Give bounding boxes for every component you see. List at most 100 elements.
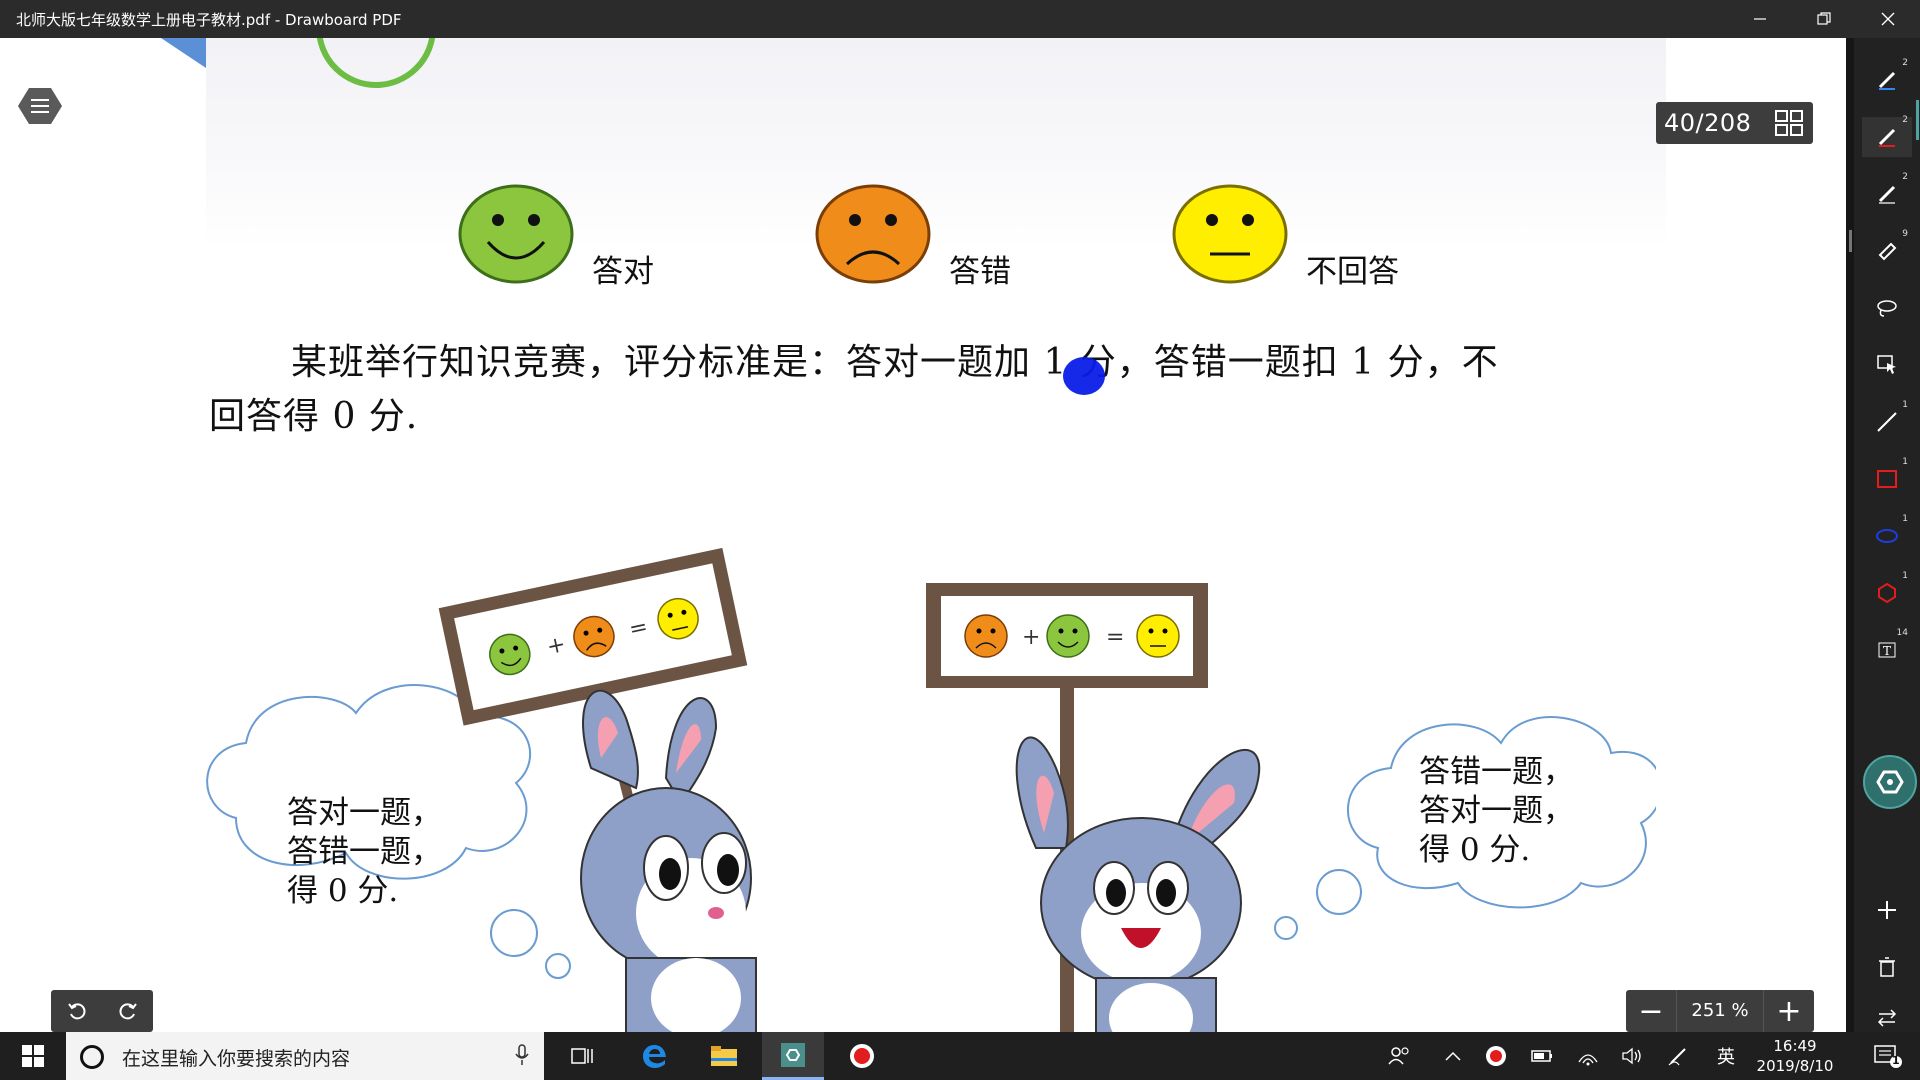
file-explorer-button[interactable] (693, 1032, 755, 1080)
edge-icon (643, 1045, 666, 1068)
left-bunny (580, 689, 757, 1032)
pen-tool-red[interactable]: 2 (1862, 115, 1912, 157)
polygon-icon (1878, 582, 1896, 604)
pen-tool-gray[interactable]: 2 (1862, 172, 1912, 214)
trash-icon (1879, 957, 1895, 977)
select-tool[interactable] (1862, 345, 1912, 385)
polygon-tool[interactable]: 1 (1862, 571, 1912, 613)
pen-workspace-button[interactable] (1660, 1032, 1696, 1080)
thumbnail-grid-icon[interactable] (1775, 110, 1803, 136)
undo-icon (67, 1003, 85, 1020)
recorder-taskbar-button[interactable] (831, 1032, 893, 1080)
people-button[interactable] (1380, 1032, 1418, 1080)
scrollbar-thumb[interactable] (1849, 230, 1852, 252)
close-button[interactable] (1856, 0, 1920, 38)
document-viewport[interactable]: 答对 答错 不回答 某班举行知识竞赛，评分标准是：答对一题加 1 分，答错一题扣… (6, 38, 1846, 1032)
redo-button[interactable] (102, 990, 153, 1032)
problem-line-1: 某班举行知识竞赛，评分标准是：答对一题加 1 分，答错一题扣 1 分，不 (291, 342, 1499, 383)
lasso-tool[interactable] (1862, 288, 1912, 328)
delete-button[interactable] (1862, 947, 1912, 987)
hamburger-icon (18, 88, 62, 124)
drawboard-logo-button[interactable] (1862, 754, 1918, 810)
minimize-icon (1754, 18, 1766, 20)
network-indicator[interactable] (1570, 1032, 1606, 1080)
swap-sides-button[interactable] (1862, 1004, 1912, 1032)
ellipse-tool[interactable]: 1 (1862, 514, 1912, 556)
annotation-toolbar: 2 2 2 9 1 1 1 1 T 14 (1846, 38, 1920, 1032)
page-top-region (206, 38, 1666, 248)
start-button[interactable] (0, 1032, 66, 1080)
menu-button[interactable] (18, 86, 62, 126)
restore-button[interactable] (1792, 0, 1856, 38)
highlighter-tool[interactable]: 9 (1862, 229, 1912, 271)
problem-statement: 某班举行知识竞赛，评分标准是：答对一题加 1 分，答错一题扣 1 分，不 回答得… (209, 336, 1654, 444)
clock-time: 16:49 (1773, 1037, 1817, 1055)
active-tool-indicator (1916, 100, 1919, 140)
drawboard-app-icon (781, 1042, 805, 1067)
line-tool[interactable]: 1 (1862, 400, 1912, 442)
recording-tray-icon[interactable] (1478, 1032, 1514, 1080)
windows-logo-icon (22, 1045, 44, 1067)
minimize-button[interactable] (1728, 0, 1792, 38)
plus-icon (1878, 901, 1896, 919)
microphone-icon[interactable] (514, 1044, 530, 1066)
ime-indicator[interactable]: 英 (1708, 1032, 1744, 1080)
undo-button[interactable] (51, 990, 102, 1032)
pen-workspace-icon (1668, 1048, 1686, 1066)
zoom-level[interactable]: 251 % (1676, 990, 1764, 1032)
drawboard-taskbar-button[interactable] (762, 1032, 824, 1080)
wifi-icon (1578, 1054, 1598, 1066)
task-view-button[interactable] (552, 1032, 614, 1080)
undo-redo-group (51, 990, 153, 1032)
face-no-answer-label: 不回答 (1306, 254, 1399, 290)
people-icon (1388, 1047, 1409, 1065)
right-sign-equals: = (1106, 625, 1124, 650)
notification-count: 1 (1892, 1054, 1900, 1067)
clock[interactable]: 16:49 2019/8/10 (1740, 1036, 1850, 1076)
title-bar: 北师大版七年级数学上册电子教材.pdf - Drawboard PDF (0, 0, 1920, 38)
taskbar-search-box[interactable]: 在这里输入你要搜索的内容 (66, 1032, 544, 1080)
page-corner-decoration (161, 38, 206, 68)
zoom-in-button[interactable]: + (1764, 990, 1814, 1032)
page-counter[interactable]: 40/208 (1656, 102, 1813, 144)
face-wrong-label: 答错 (949, 254, 1011, 290)
taskbar: 在这里输入你要搜索的内容 英 16:49 2019/8/10 1 (0, 1032, 1920, 1080)
face-wrong-icon (815, 184, 931, 288)
cortana-icon (80, 1045, 104, 1069)
rectangle-icon (1877, 470, 1897, 488)
highlighter-icon (1878, 242, 1897, 261)
text-icon: T (1878, 642, 1896, 658)
record-icon (850, 1044, 874, 1068)
add-page-button[interactable] (1862, 890, 1912, 930)
search-placeholder: 在这里输入你要搜索的内容 (122, 1048, 351, 1070)
pen-tool-blue[interactable]: 2 (1862, 58, 1912, 100)
pen-red-icon (1878, 128, 1896, 147)
edge-browser-button[interactable] (624, 1032, 686, 1080)
face-correct-icon (458, 184, 574, 288)
pen-blue-icon (1878, 71, 1896, 90)
left-bubble-text: 答对一题， 答错一题， 得 0 分. (287, 795, 442, 909)
folder-icon (711, 1046, 737, 1066)
speaker-icon (1622, 1047, 1641, 1065)
face-correct-label: 答对 (592, 254, 654, 290)
rectangle-tool[interactable]: 1 (1862, 457, 1912, 499)
page-counter-text: 40/208 (1664, 109, 1752, 137)
swap-arrows-icon (1877, 1009, 1897, 1027)
svg-text:T: T (1883, 644, 1891, 658)
close-icon (1881, 12, 1895, 26)
pen-cursor-dot (1063, 357, 1105, 395)
face-no-answer-icon (1172, 184, 1288, 288)
right-bunny (1015, 736, 1261, 1032)
select-icon (1877, 355, 1896, 374)
battery-indicator[interactable] (1524, 1032, 1560, 1080)
chevron-up-icon (1445, 1051, 1461, 1061)
volume-indicator[interactable] (1614, 1032, 1650, 1080)
show-hidden-icons-button[interactable] (1434, 1032, 1472, 1080)
restore-icon (1817, 12, 1831, 25)
action-center-button[interactable]: 1 (1860, 1032, 1916, 1080)
zoom-out-button[interactable]: − (1626, 990, 1676, 1032)
zoom-control: − 251 % + (1626, 990, 1814, 1032)
text-tool[interactable]: T 14 (1862, 628, 1912, 670)
right-sign: + = (926, 583, 1208, 688)
drawboard-logo-icon (1863, 755, 1917, 809)
